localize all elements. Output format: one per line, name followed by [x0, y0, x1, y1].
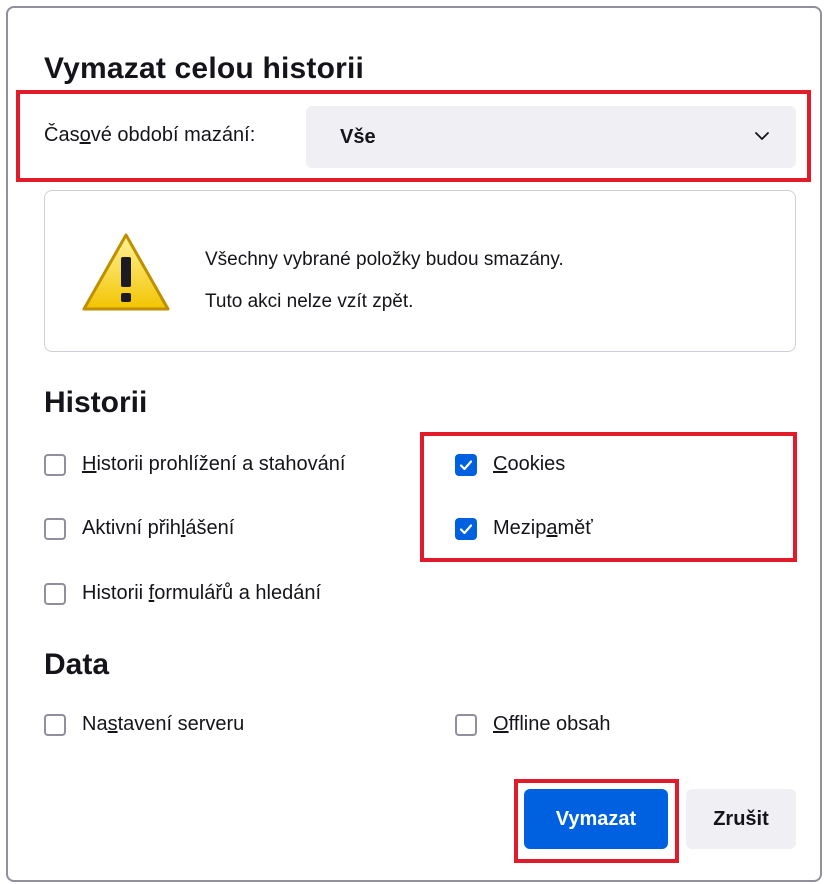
warning-line-1: Všechny vybrané položky budou smazány.: [205, 249, 564, 270]
time-range-selected-value: Vše: [340, 125, 376, 148]
checkbox-box[interactable]: [44, 713, 66, 736]
cookies-cache-highlight: [420, 432, 797, 562]
checkbox-box[interactable]: [44, 517, 66, 540]
cancel-button[interactable]: Zrušit: [686, 789, 796, 849]
chevron-down-icon: [755, 132, 769, 140]
checkbox-active-logins[interactable]: Aktivní přihlášení: [44, 517, 234, 540]
checkbox-box[interactable]: [44, 582, 66, 605]
checkbox-browsing-history[interactable]: Historii prohlížení a stahování: [44, 453, 345, 476]
checkbox-label: Historii formulářů a hledání: [82, 582, 322, 604]
checkbox-offline-data[interactable]: Offline obsah: [455, 713, 611, 736]
checkbox-box-checked[interactable]: [455, 453, 477, 476]
checkbox-label: Mezipaměť: [493, 517, 593, 539]
checkmark-icon: [459, 459, 473, 470]
checkbox-label: Nastavení serveru: [82, 713, 245, 735]
checkbox-label: Offline obsah: [493, 713, 611, 735]
checkbox-label: Aktivní přihlášení: [82, 517, 235, 539]
dialog-title: Vymazat celou historii: [44, 52, 365, 85]
warning-triangle-icon: [82, 233, 170, 311]
checkbox-cookies[interactable]: Cookies: [455, 453, 565, 476]
checkbox-box[interactable]: [44, 453, 66, 476]
clear-button[interactable]: Vymazat: [524, 789, 668, 849]
warning-box: Všechny vybrané položky budou smazány. T…: [44, 190, 796, 352]
checkmark-icon: [459, 523, 473, 534]
data-heading: Data: [44, 648, 110, 681]
time-range-select[interactable]: Vše: [306, 106, 796, 168]
checkbox-box[interactable]: [455, 713, 477, 736]
history-heading: Historii: [44, 386, 148, 419]
time-range-label: Časové období mazání:: [44, 124, 256, 146]
warning-text: Všechny vybrané položky budou smazány. T…: [205, 239, 564, 323]
checkbox-box-checked[interactable]: [455, 517, 477, 540]
checkbox-label: Cookies: [493, 453, 566, 475]
checkbox-label: Historii prohlížení a stahování: [82, 453, 346, 475]
checkbox-site-settings[interactable]: Nastavení serveru: [44, 713, 244, 736]
checkbox-form-search-history[interactable]: Historii formulářů a hledání: [44, 582, 321, 605]
warning-line-2: Tuto akci nelze vzít zpět.: [205, 291, 414, 312]
checkbox-cache[interactable]: Mezipaměť: [455, 517, 593, 540]
